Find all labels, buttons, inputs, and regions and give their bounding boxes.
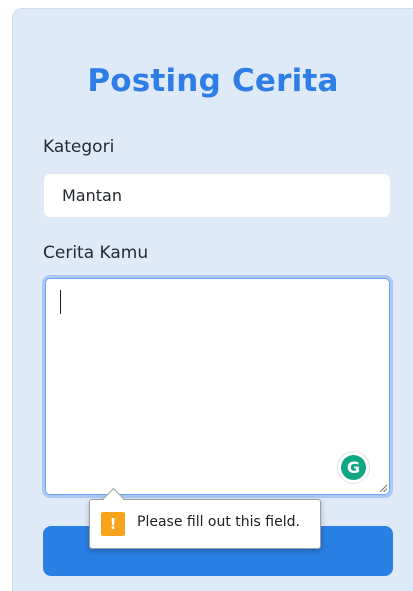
validation-message: Please fill out this field. bbox=[137, 514, 300, 530]
category-select[interactable]: Mantan bbox=[43, 173, 391, 218]
warning-icon: ! bbox=[101, 512, 125, 536]
grammarly-glyph: G bbox=[341, 455, 366, 480]
resize-handle-icon[interactable] bbox=[379, 484, 387, 492]
validation-tooltip: ! Please fill out this field. bbox=[89, 487, 321, 549]
story-textarea[interactable]: G bbox=[42, 275, 393, 498]
text-caret bbox=[60, 290, 61, 314]
grammarly-icon[interactable]: G bbox=[338, 452, 369, 483]
page: Posting Cerita Kategori Mantan Cerita Ka… bbox=[0, 0, 413, 591]
category-label: Kategori bbox=[43, 137, 115, 157]
page-title: Posting Cerita bbox=[87, 63, 339, 99]
story-label: Cerita Kamu bbox=[43, 243, 149, 263]
